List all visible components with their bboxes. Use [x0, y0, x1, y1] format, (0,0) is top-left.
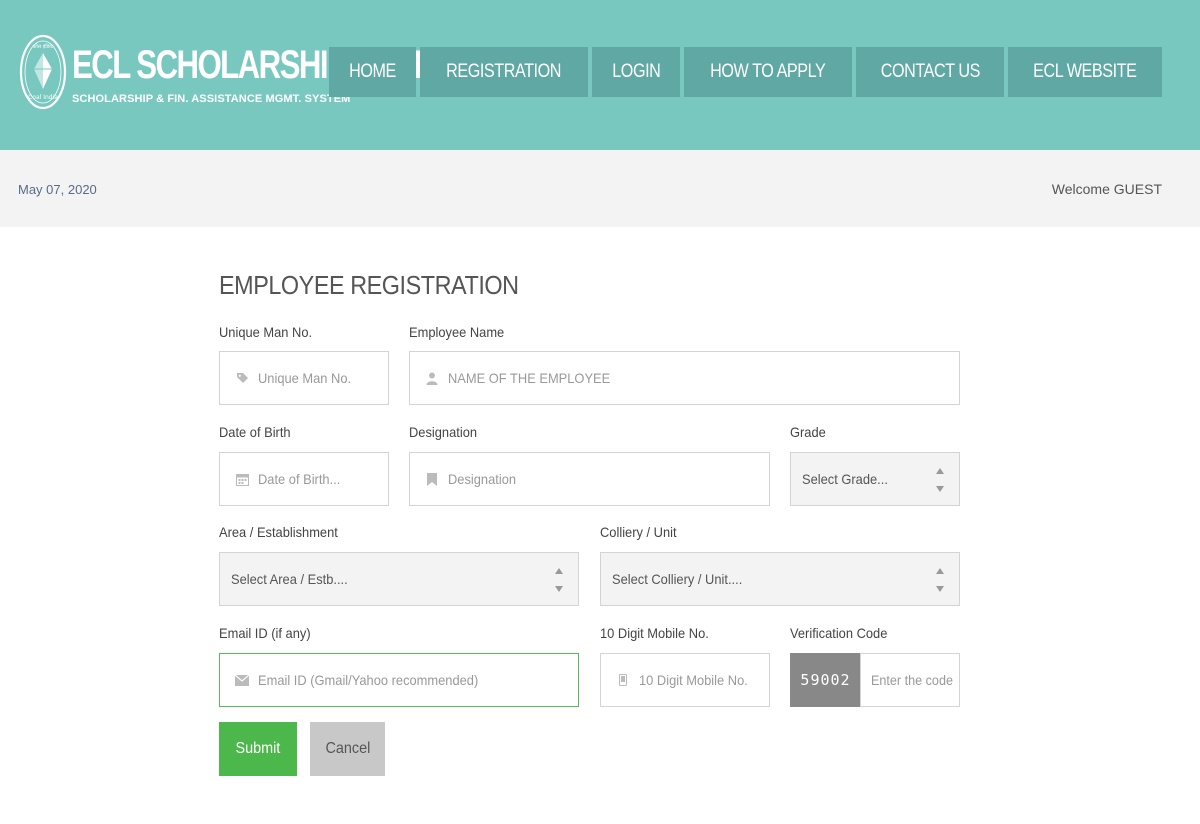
svg-text:Coal India: Coal India — [28, 94, 58, 101]
svg-text:कोल इंडिया: कोल इंडिया — [33, 43, 54, 50]
email-input[interactable]: Email ID (Gmail/Yahoo recommended) — [219, 653, 579, 707]
submit-button[interactable]: Submit — [219, 722, 297, 776]
bookmark-icon — [424, 471, 440, 487]
site-subtitle: SCHOLARSHIP & FIN. ASSISTANCE MGMT. SYST… — [72, 93, 351, 105]
email-label: Email ID (if any) — [219, 625, 311, 641]
unique-man-no-label: Unique Man No. — [219, 324, 313, 340]
area-label: Area / Establishment — [219, 524, 338, 540]
captcha-image: 59002 — [790, 653, 861, 707]
user-icon — [424, 370, 440, 386]
site-header: कोल इंडिया Coal India ECL SCHOLARSHIP SC… — [0, 0, 1200, 150]
select-arrows-icon — [935, 568, 945, 592]
nav-contact-us[interactable]: CONTACT US — [855, 47, 1005, 97]
dob-label: Date of Birth — [219, 424, 291, 440]
coal-india-emblem-icon: कोल इंडिया Coal India — [19, 34, 67, 110]
calendar-icon — [234, 471, 250, 487]
mobile-label: 10 Digit Mobile No. — [600, 625, 709, 641]
mobile-icon — [615, 672, 631, 688]
colliery-select[interactable]: Select Colliery / Unit.... — [600, 552, 960, 606]
nav-how-to-apply[interactable]: HOW TO APPLY — [684, 47, 852, 97]
envelope-icon — [234, 672, 250, 688]
dob-input[interactable]: Date of Birth... — [219, 452, 389, 506]
select-arrows-icon — [554, 568, 564, 592]
designation-label: Designation — [409, 424, 478, 440]
nav-registration[interactable]: REGISTRATION — [420, 47, 588, 97]
verification-code-input[interactable]: Enter the code — [860, 653, 960, 707]
info-bar: May 07, 2020 Welcome GUEST — [0, 150, 1200, 227]
nav-home[interactable]: HOME — [329, 47, 417, 97]
employee-name-input[interactable]: NAME OF THE EMPLOYEE — [409, 351, 960, 405]
current-date: May 07, 2020 — [18, 182, 97, 197]
welcome-text: Welcome GUEST — [1051, 181, 1162, 197]
area-select[interactable]: Select Area / Estb.... — [219, 552, 579, 606]
main-nav: HOME REGISTRATION LOGIN HOW TO APPLY CON… — [329, 47, 1162, 97]
verification-label: Verification Code — [790, 625, 888, 641]
grade-label: Grade — [790, 424, 826, 440]
select-arrows-icon — [935, 468, 945, 492]
site-logo[interactable]: कोल इंडिया Coal India ECL SCHOLARSHIP SC… — [18, 33, 478, 113]
unique-man-no-input[interactable]: Unique Man No. — [219, 351, 389, 405]
tag-icon — [234, 370, 250, 386]
cancel-button[interactable]: Cancel — [310, 722, 385, 776]
form-title: EMPLOYEE REGISTRATION — [219, 270, 519, 300]
employee-name-label: Employee Name — [409, 324, 505, 340]
grade-select[interactable]: Select Grade... — [790, 452, 960, 506]
designation-input[interactable]: Designation — [409, 452, 770, 506]
mobile-input[interactable]: 10 Digit Mobile No. — [600, 653, 770, 707]
nav-ecl-website[interactable]: ECL WEBSITE — [1008, 47, 1162, 97]
colliery-label: Colliery / Unit — [600, 524, 677, 540]
nav-login[interactable]: LOGIN — [591, 47, 681, 97]
